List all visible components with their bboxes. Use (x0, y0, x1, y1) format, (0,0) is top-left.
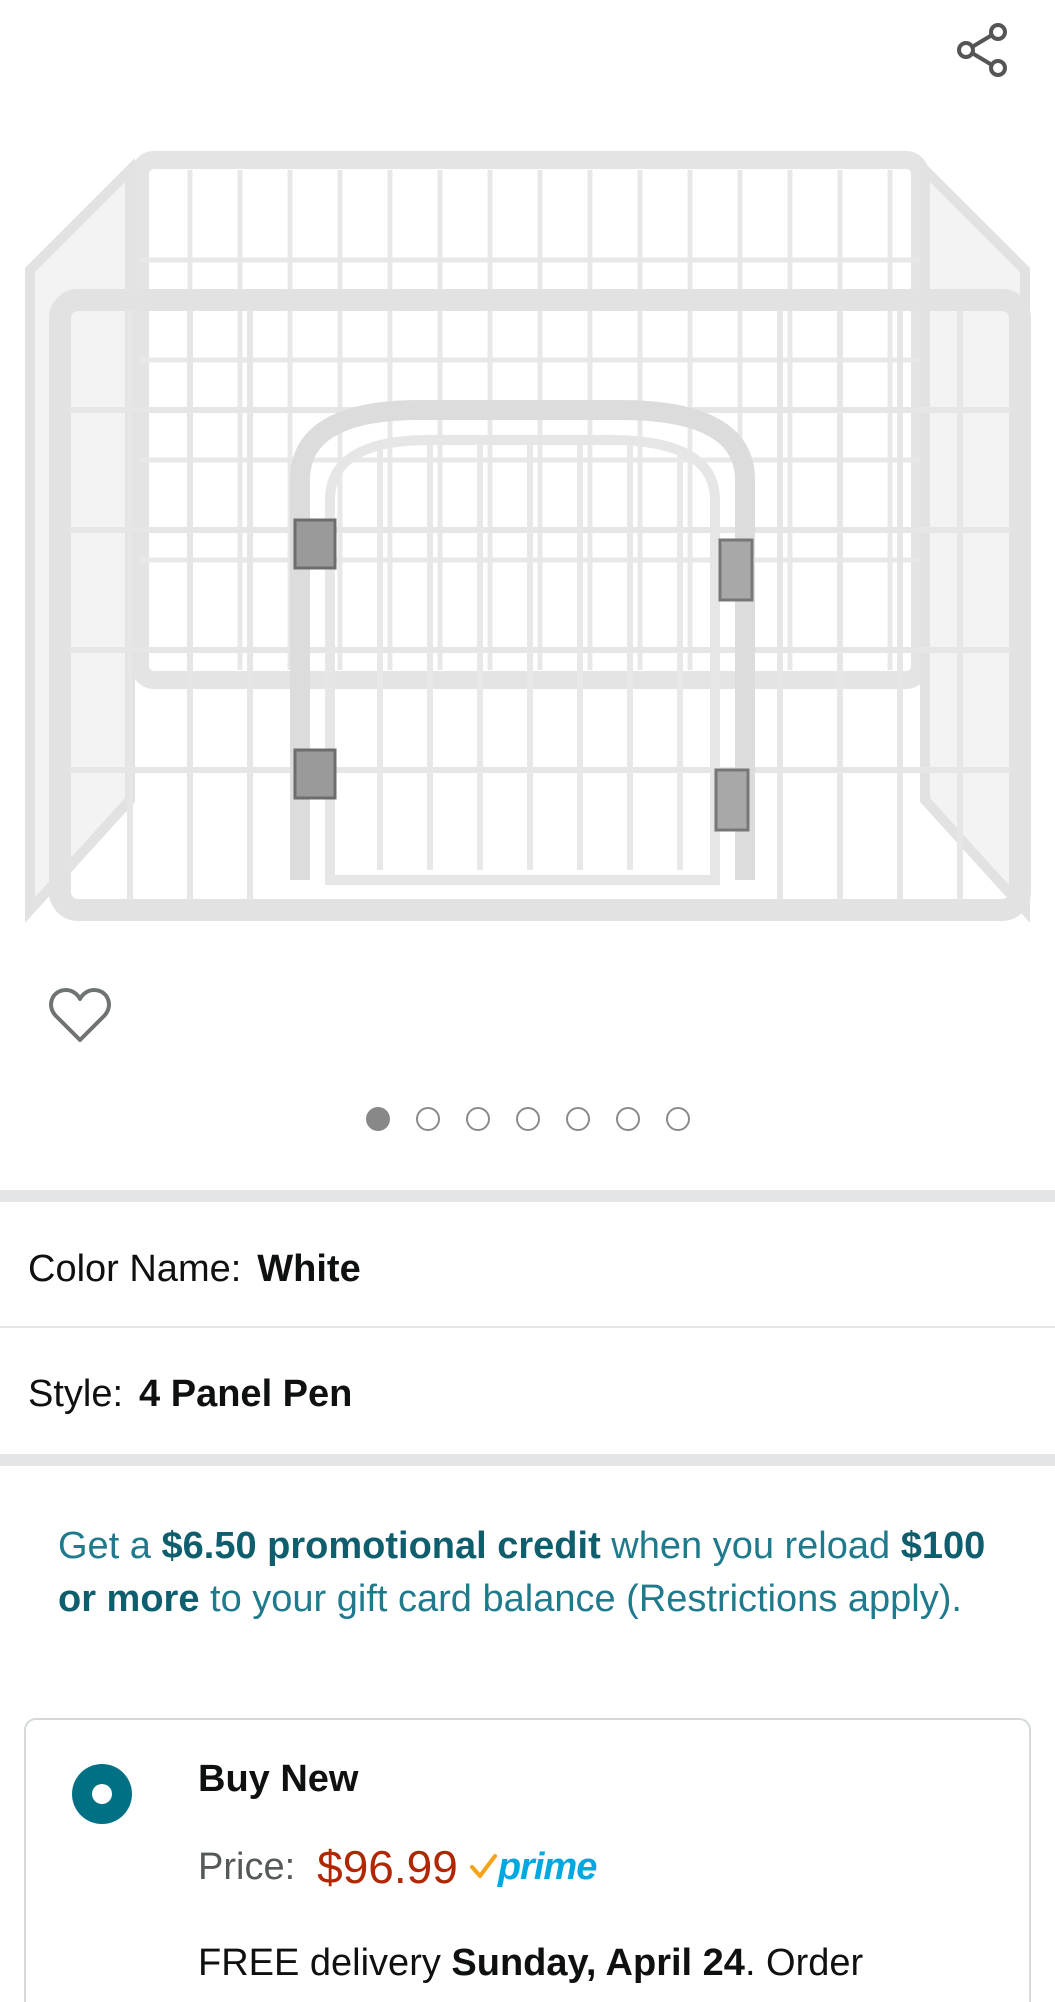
style-label: Style: (28, 1372, 124, 1415)
page-dot[interactable] (465, 1107, 490, 1131)
section-divider (0, 1190, 1055, 1202)
prime-check-icon (469, 1854, 497, 1878)
buy-new-radio[interactable] (72, 1764, 132, 1824)
page-dot[interactable] (515, 1107, 540, 1131)
style-selector[interactable]: Style: 4 Panel Pen (0, 1332, 1055, 1456)
page-dot[interactable] (615, 1107, 640, 1131)
price-label: Price: (198, 1845, 296, 1888)
share-icon (957, 23, 1007, 77)
style-value: 4 Panel Pen (139, 1372, 353, 1415)
promo-text: to your gift card balance (Restrictions … (199, 1578, 962, 1620)
buy-new-title: Buy New (198, 1758, 359, 1800)
prime-badge: prime (468, 1845, 597, 1889)
share-button[interactable] (950, 16, 1016, 82)
page-dot[interactable] (565, 1107, 590, 1131)
heart-icon (49, 988, 111, 1042)
color-label: Color Name: (28, 1247, 242, 1290)
image-pagination (0, 1107, 1055, 1131)
delivery-date: Sunday, April 24 (451, 1942, 745, 1984)
price-row: Price: $96.99 prime (198, 1840, 597, 1894)
delivery-prefix: FREE delivery (198, 1942, 452, 1984)
wishlist-button[interactable] (40, 975, 120, 1055)
delivery-suffix: . Order (744, 1942, 864, 1984)
promo-text: when you reload (600, 1525, 901, 1567)
page-dot[interactable] (415, 1107, 440, 1131)
color-selector[interactable]: Color Name: White (0, 1207, 1055, 1331)
buy-new-option[interactable]: Buy New Price: $96.99 prime FREE deliver… (24, 1718, 1031, 2002)
promo-message[interactable]: Get a $6.50 promotional credit when you … (58, 1520, 1018, 1626)
playpen-image (25, 151, 1031, 923)
color-value: White (257, 1247, 361, 1290)
section-divider (0, 1454, 1055, 1466)
delivery-info: FREE delivery Sunday, April 24. Order (198, 1942, 863, 1985)
page-dot[interactable] (665, 1107, 690, 1131)
product-image[interactable] (0, 110, 1055, 940)
prime-label: prime (497, 1845, 597, 1888)
row-divider (0, 1326, 1055, 1328)
promo-credit: $6.50 promotional credit (161, 1525, 601, 1567)
price-value: $96.99 (317, 1841, 458, 1893)
page-dot[interactable] (365, 1107, 390, 1131)
promo-text: Get a (58, 1525, 162, 1567)
